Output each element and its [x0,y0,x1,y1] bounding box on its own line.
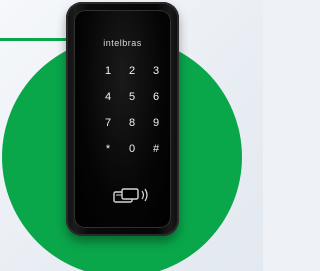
contactless-card-icon [112,186,152,204]
key-6: 6 [152,91,160,103]
key-5: 5 [128,91,136,103]
key-4: 4 [104,91,112,103]
key-star: * [105,143,111,155]
key-9: 9 [152,117,160,129]
digital-door-lock: intelbras 1 2 3 4 5 6 7 8 9 * 0 # [66,2,179,236]
lock-face-panel: intelbras 1 2 3 4 5 6 7 8 9 * 0 # [74,10,171,228]
key-8: 8 [128,117,136,129]
key-2: 2 [128,65,136,77]
key-hash: # [152,143,160,155]
key-3: 3 [152,65,160,77]
key-7: 7 [104,117,112,129]
key-1: 1 [104,65,112,77]
product-image: intelbras 1 2 3 4 5 6 7 8 9 * 0 # [0,0,263,271]
brand-logo: intelbras [103,38,142,48]
key-0: 0 [128,143,136,155]
